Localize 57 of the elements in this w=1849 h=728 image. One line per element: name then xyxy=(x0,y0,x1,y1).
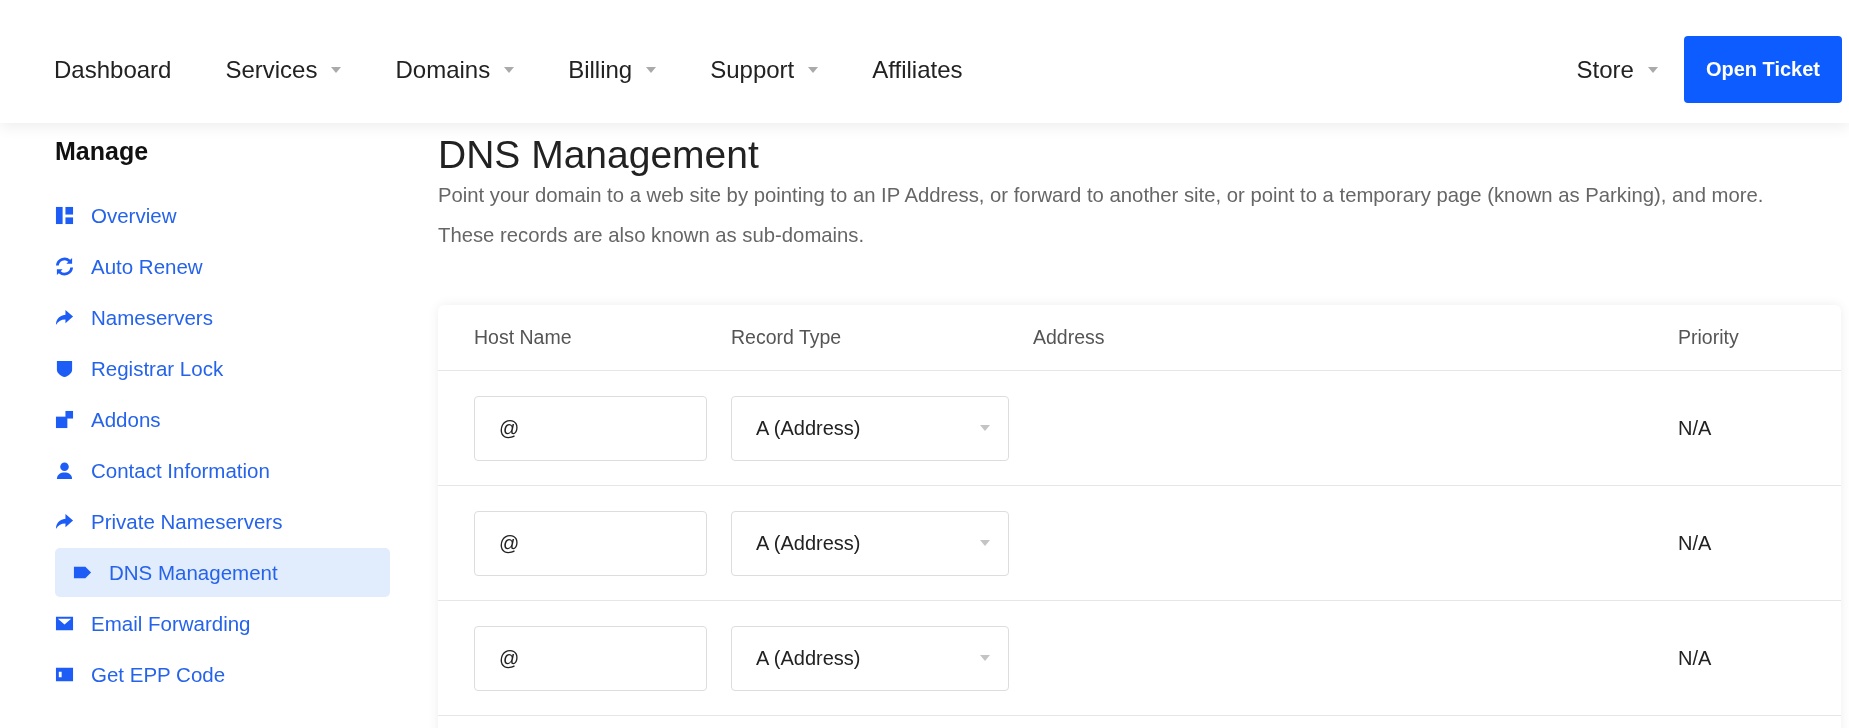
addons-icon xyxy=(55,410,74,429)
caret-icon xyxy=(980,425,990,431)
caret-icon xyxy=(980,540,990,546)
sidebar-item-label: Email Forwarding xyxy=(91,611,251,636)
sidebar-item[interactable]: Addons xyxy=(55,395,390,444)
share-icon xyxy=(55,308,74,327)
sidebar-item-label: Registrar Lock xyxy=(91,356,224,381)
nav-link[interactable]: Store xyxy=(1576,55,1634,84)
sidebar-item-label: Get EPP Code xyxy=(91,662,226,687)
column-header: Record Type xyxy=(731,326,843,349)
sidebar-item-label: DNS Management xyxy=(109,560,278,585)
sidebar-item-label: Private Nameservers xyxy=(91,509,283,534)
nav-link[interactable]: Support xyxy=(710,55,795,84)
sidebar-item[interactable]: Registrar Lock xyxy=(55,344,390,393)
dashboard-icon xyxy=(55,206,74,225)
sidebar-item-label: Addons xyxy=(91,407,161,432)
record-type-select[interactable]: A (Address) xyxy=(731,395,1009,461)
host-name-field[interactable]: @ xyxy=(474,510,707,576)
sidebar-item[interactable]: Email Forwarding xyxy=(55,599,390,648)
sidebar-title: Manage xyxy=(55,136,150,167)
card-icon xyxy=(55,665,74,684)
sidebar-item[interactable]: Nameservers xyxy=(55,293,390,342)
sidebar-item-label: Auto Renew xyxy=(91,254,203,279)
priority-cell-text: N/A xyxy=(1678,416,1713,440)
nav-link[interactable]: Affiliates xyxy=(872,55,963,84)
record-type-select[interactable]: A (Address) xyxy=(731,625,1009,691)
shield-icon xyxy=(55,359,74,378)
column-header: Host Name xyxy=(474,326,573,349)
nav-link[interactable]: Dashboard xyxy=(54,55,172,84)
nav-link[interactable]: Domains xyxy=(395,55,491,84)
caret-icon xyxy=(980,655,990,661)
sidebar-item[interactable]: Contact Information xyxy=(55,446,390,495)
page-description: These records are also known as sub-domains. xyxy=(438,223,866,248)
nav-link[interactable]: Services xyxy=(225,55,318,84)
sidebar-item-label: Nameservers xyxy=(91,305,213,330)
record-type-select[interactable]: A (Address) xyxy=(731,510,1009,576)
page-description: Point your domain to a web site by pointing to an IP Address, or forward to another site, or point to a temporary page (known as Parking), and more. xyxy=(438,183,1765,208)
host-name-field[interactable]: @ xyxy=(474,625,707,691)
sidebar-item[interactable]: DNS Management xyxy=(55,548,390,597)
sidebar-item-label: Overview xyxy=(91,203,177,228)
priority-cell-text: N/A xyxy=(1678,531,1713,555)
share-icon xyxy=(55,512,74,531)
sidebar-item[interactable]: Auto Renew xyxy=(55,242,390,291)
sidebar-item[interactable]: Overview xyxy=(55,191,390,240)
sidebar-item[interactable]: Private Nameservers xyxy=(55,497,390,546)
sidebar-item-label: Contact Information xyxy=(91,458,270,483)
column-header: Priority xyxy=(1678,326,1740,349)
envelope-icon xyxy=(55,614,74,633)
column-header: Address xyxy=(1033,326,1106,349)
nav-link[interactable]: Billing xyxy=(568,55,633,84)
page-title: DNS Management xyxy=(438,135,760,175)
sidebar-item[interactable]: Get EPP Code xyxy=(55,650,390,699)
user-icon xyxy=(55,461,74,480)
host-name-field[interactable]: @ xyxy=(474,395,707,461)
sync-icon xyxy=(55,257,74,276)
open-ticket-button[interactable]: Open Ticket xyxy=(1683,36,1842,103)
priority-cell-text: N/A xyxy=(1678,646,1713,670)
